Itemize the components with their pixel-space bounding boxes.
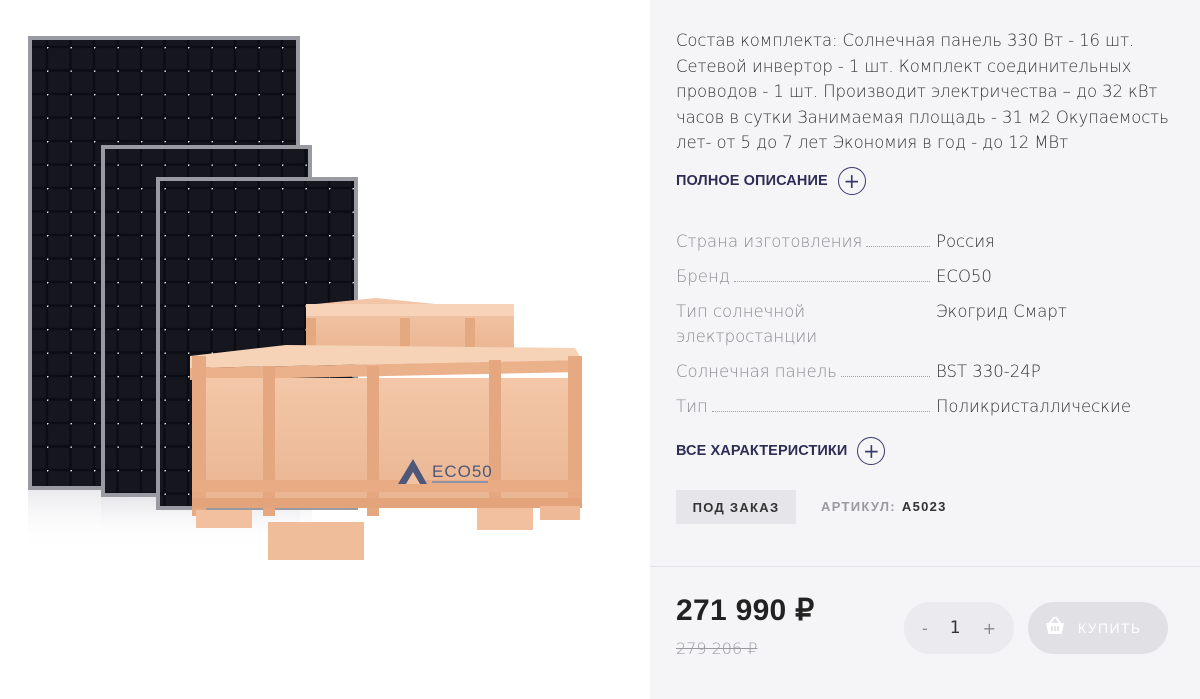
product-photo: ECO50 — [28, 36, 582, 560]
crate-logo-text: ECO50 — [432, 462, 493, 481]
spec-dots — [840, 376, 930, 377]
spec-value: BST 330-24P — [936, 362, 1041, 381]
product-info-panel: Состав комплекта: Солнечная панель 330 В… — [650, 0, 1200, 699]
product-details: Состав комплекта: Солнечная панель 330 В… — [650, 0, 1200, 566]
spec-row: Бренд ECO50 — [676, 264, 1181, 299]
spec-value: Поликристаллические — [936, 397, 1132, 416]
spec-name: Страна изготовления — [676, 232, 863, 251]
spec-row: Тип Поликристаллические — [676, 394, 1181, 429]
article-info: АРТИКУЛ: A5023 — [821, 499, 947, 514]
all-specs-label: ВСЕ ХАРАКТЕРИСТИКИ — [676, 443, 848, 459]
spec-dots — [711, 411, 930, 412]
spec-name: Тип солнечной электростанции — [676, 302, 818, 346]
spec-value: Россия — [936, 232, 995, 251]
spec-name: Солнечная панель — [676, 362, 837, 381]
spec-row: Солнечная панель BST 330-24P — [676, 359, 1181, 394]
spec-row: Страна изготовления Россия — [676, 229, 1181, 264]
quantity-increment-button[interactable]: + — [983, 619, 996, 638]
product-page: ECO50 Состав комплекта: Солнечная панель… — [0, 0, 1200, 699]
spec-value: Экогрид Смарт — [936, 302, 1067, 321]
article-value: A5023 — [901, 499, 947, 514]
plus-circle-icon: + — [837, 167, 866, 195]
current-price: 271 990 ₽ — [676, 594, 815, 627]
spec-value: ECO50 — [936, 267, 992, 286]
availability-badge: ПОД ЗАКАЗ — [676, 490, 796, 524]
buy-button[interactable]: КУПИТЬ — [1028, 602, 1168, 654]
spec-row: Тип солнечной электростанции Экогрид Сма… — [676, 299, 1181, 359]
buy-label: КУПИТЬ — [1078, 620, 1142, 636]
basket-icon — [1044, 616, 1066, 640]
quantity-stepper[interactable]: - 1 + — [904, 602, 1014, 654]
full-description-label: ПОЛНОЕ ОПИСАНИЕ — [676, 173, 828, 189]
plus-circle-icon: + — [857, 437, 886, 465]
spec-name: Бренд — [676, 267, 730, 286]
purchase-block: 271 990 ₽ 279 206 ₽ - 1 + КУПИТЬ — [650, 566, 1200, 699]
quantity-value[interactable]: 1 — [950, 618, 961, 638]
spec-name: Тип — [676, 397, 708, 416]
old-price: 279 206 ₽ — [676, 639, 758, 658]
spec-dots — [866, 246, 930, 247]
spec-list: Страна изготовления Россия Бренд ECO50 Т… — [676, 229, 1181, 429]
full-description-link[interactable]: ПОЛНОЕ ОПИСАНИЕ + — [676, 167, 866, 195]
spec-dots — [733, 281, 930, 282]
product-image[interactable]: ECO50 — [0, 0, 650, 699]
all-specs-link[interactable]: ВСЕ ХАРАКТЕРИСТИКИ + — [676, 437, 886, 465]
article-label: АРТИКУЛ: — [821, 499, 896, 514]
product-description: Состав комплекта: Солнечная панель 330 В… — [676, 31, 1169, 152]
quantity-decrement-button[interactable]: - — [922, 619, 928, 638]
